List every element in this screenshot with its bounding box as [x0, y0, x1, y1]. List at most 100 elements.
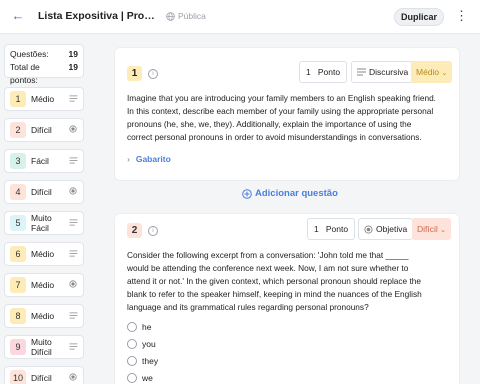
option-item[interactable]: they [127, 356, 158, 366]
answer-key-label: Gabarito [135, 154, 171, 164]
sidebar-question-difficulty: Médio [31, 280, 55, 290]
chevron-right-icon: › [127, 154, 130, 164]
radio-button[interactable] [127, 356, 137, 366]
statement-line: In this context, describe each member of… [127, 106, 434, 116]
sidebar-question-difficulty: Muito Difícil [31, 337, 52, 357]
sidebar-question-difficulty: Difícil [31, 125, 52, 135]
radio-icon [364, 224, 373, 234]
visibility-label: Pública [178, 11, 206, 21]
sidebar-question-number: 5 [10, 215, 26, 231]
radio-button[interactable] [127, 322, 137, 332]
question-editor: 1 i 1 Ponto Discursiva Médio ⌄ Imagine t… [92, 35, 480, 384]
plus-circle-icon [242, 188, 252, 199]
sidebar-question-number: 8 [10, 308, 26, 324]
total-points-label: Total de pontos: [10, 62, 40, 85]
sidebar-question-item[interactable]: 2 Difícil [4, 118, 84, 142]
question-type-label: Objetiva [376, 224, 408, 234]
points-label: Ponto [317, 67, 341, 77]
sidebar-question-difficulty: Médio [31, 249, 55, 259]
text-lines-icon [68, 342, 78, 352]
option-item[interactable]: we [127, 373, 153, 383]
page-title: Lista Expositiva | Pronomes Pessoais [38, 10, 160, 22]
points-label: Ponto [325, 224, 349, 234]
sidebar-question-item[interactable]: 1 Médio [4, 87, 84, 111]
questions-count-label: Questões: [10, 49, 49, 59]
info-icon[interactable]: i [148, 226, 158, 236]
sidebar-question-item[interactable]: 4 Difícil [4, 180, 84, 204]
sidebar-question-difficulty: Médio [31, 94, 55, 104]
visibility-indicator: Pública [166, 11, 206, 21]
sidebar-question-item[interactable]: 8 Médio [4, 304, 84, 328]
sidebar-question-number: 10 [10, 370, 26, 384]
statement-line: Consider the following excerpt from a co… [127, 250, 409, 260]
sidebar-question-difficulty: Difícil [31, 187, 52, 197]
radio-icon [68, 125, 78, 135]
question-number-badge: 2 [127, 223, 142, 238]
option-label: you [142, 339, 156, 349]
sidebar-question-number: 1 [10, 91, 26, 107]
statement-line: blank to refer to the speaker himself, k… [127, 289, 422, 299]
sidebar-question-item[interactable]: 6 Médio [4, 242, 84, 266]
points-field[interactable]: 1 Ponto [299, 61, 348, 83]
text-lines-icon [68, 311, 78, 321]
question-type-select[interactable]: Discursiva [351, 61, 415, 83]
sidebar-question-number: 6 [10, 246, 26, 262]
answer-key-toggle[interactable]: › Gabarito [127, 154, 171, 164]
statement-line: attend it or not.' In the given context,… [127, 276, 422, 286]
sidebar-question-item[interactable]: 9 Muito Difícil [4, 335, 84, 359]
sidebar-question-item[interactable]: 3 Fácil [4, 149, 84, 173]
points-value: 1 [306, 67, 311, 77]
question-type-label: Discursiva [369, 67, 409, 77]
question-sidebar: Questões: 19 Total de pontos: 19 1 Médio 2… [0, 35, 92, 384]
sidebar-question-item[interactable]: 5 Muito Fácil [4, 211, 84, 235]
questions-count-value: 19 [68, 49, 78, 59]
statement-line: Imagine that you are introducing your fa… [127, 93, 436, 103]
chevron-down-icon: ⌄ [440, 227, 447, 234]
radio-icon [68, 187, 78, 197]
text-lines-icon [68, 249, 78, 259]
add-question-button[interactable]: Adicionar questão [242, 188, 338, 199]
statement-line: would be attending the conference next w… [127, 263, 409, 273]
sidebar-question-number: 2 [10, 122, 26, 138]
option-label: they [142, 356, 159, 366]
statement-line: correct personal pronouns in order to av… [127, 132, 422, 142]
globe-icon [166, 11, 175, 21]
radio-button[interactable] [127, 373, 137, 383]
kebab-icon[interactable]: ⋮ [455, 9, 468, 25]
chevron-down-icon: ⌄ [441, 70, 448, 77]
add-question-label: Adicionar questão [255, 188, 338, 199]
total-points-value: 19 [68, 62, 78, 72]
sidebar-question-difficulty: Difícil [31, 373, 52, 383]
points-value: 1 [314, 224, 319, 234]
difficulty-select[interactable]: Difícil ⌄ [412, 218, 452, 240]
arrow-left-icon[interactable]: ← [10, 8, 26, 24]
sidebar-question-difficulty: Médio [31, 311, 55, 321]
radio-icon [68, 280, 78, 290]
sidebar-question-item[interactable]: 7 Médio [4, 273, 84, 297]
radio-button[interactable] [127, 339, 137, 349]
duplicate-button[interactable]: Duplicar [394, 8, 444, 26]
question-type-select[interactable]: Objetiva [358, 218, 414, 240]
sidebar-question-difficulty: Fácil [31, 156, 49, 166]
sidebar-question-number: 3 [10, 153, 26, 169]
top-bar: ← Lista Expositiva | Pronomes Pessoais P… [0, 0, 480, 34]
sidebar-question-difficulty: Muito Fácil [31, 213, 52, 233]
sidebar-question-number: 7 [10, 277, 26, 293]
points-field[interactable]: 1 Ponto [307, 218, 356, 240]
text-lines-icon [357, 68, 366, 76]
question-card-2: 2 i 1 Ponto Objetiva Difícil ⌄ Consider … [114, 213, 460, 384]
difficulty-label: Difícil [417, 224, 438, 234]
list-summary: Questões: 19 Total de pontos: 19 [4, 44, 84, 85]
option-item[interactable]: you [127, 339, 156, 349]
option-label: we [142, 373, 153, 383]
statement-line: language and its grammatical rules regar… [127, 302, 369, 312]
question-statement: Imagine that you are introducing your fa… [127, 92, 436, 144]
question-number-badge: 1 [127, 66, 142, 81]
question-statement: Consider the following excerpt from a co… [127, 249, 422, 314]
option-item[interactable]: he [127, 322, 151, 332]
difficulty-select[interactable]: Médio ⌄ [411, 61, 453, 83]
info-icon[interactable]: i [148, 69, 158, 79]
radio-icon [68, 373, 78, 383]
sidebar-question-item[interactable]: 10 Difícil [4, 366, 84, 384]
text-lines-icon [68, 218, 78, 228]
